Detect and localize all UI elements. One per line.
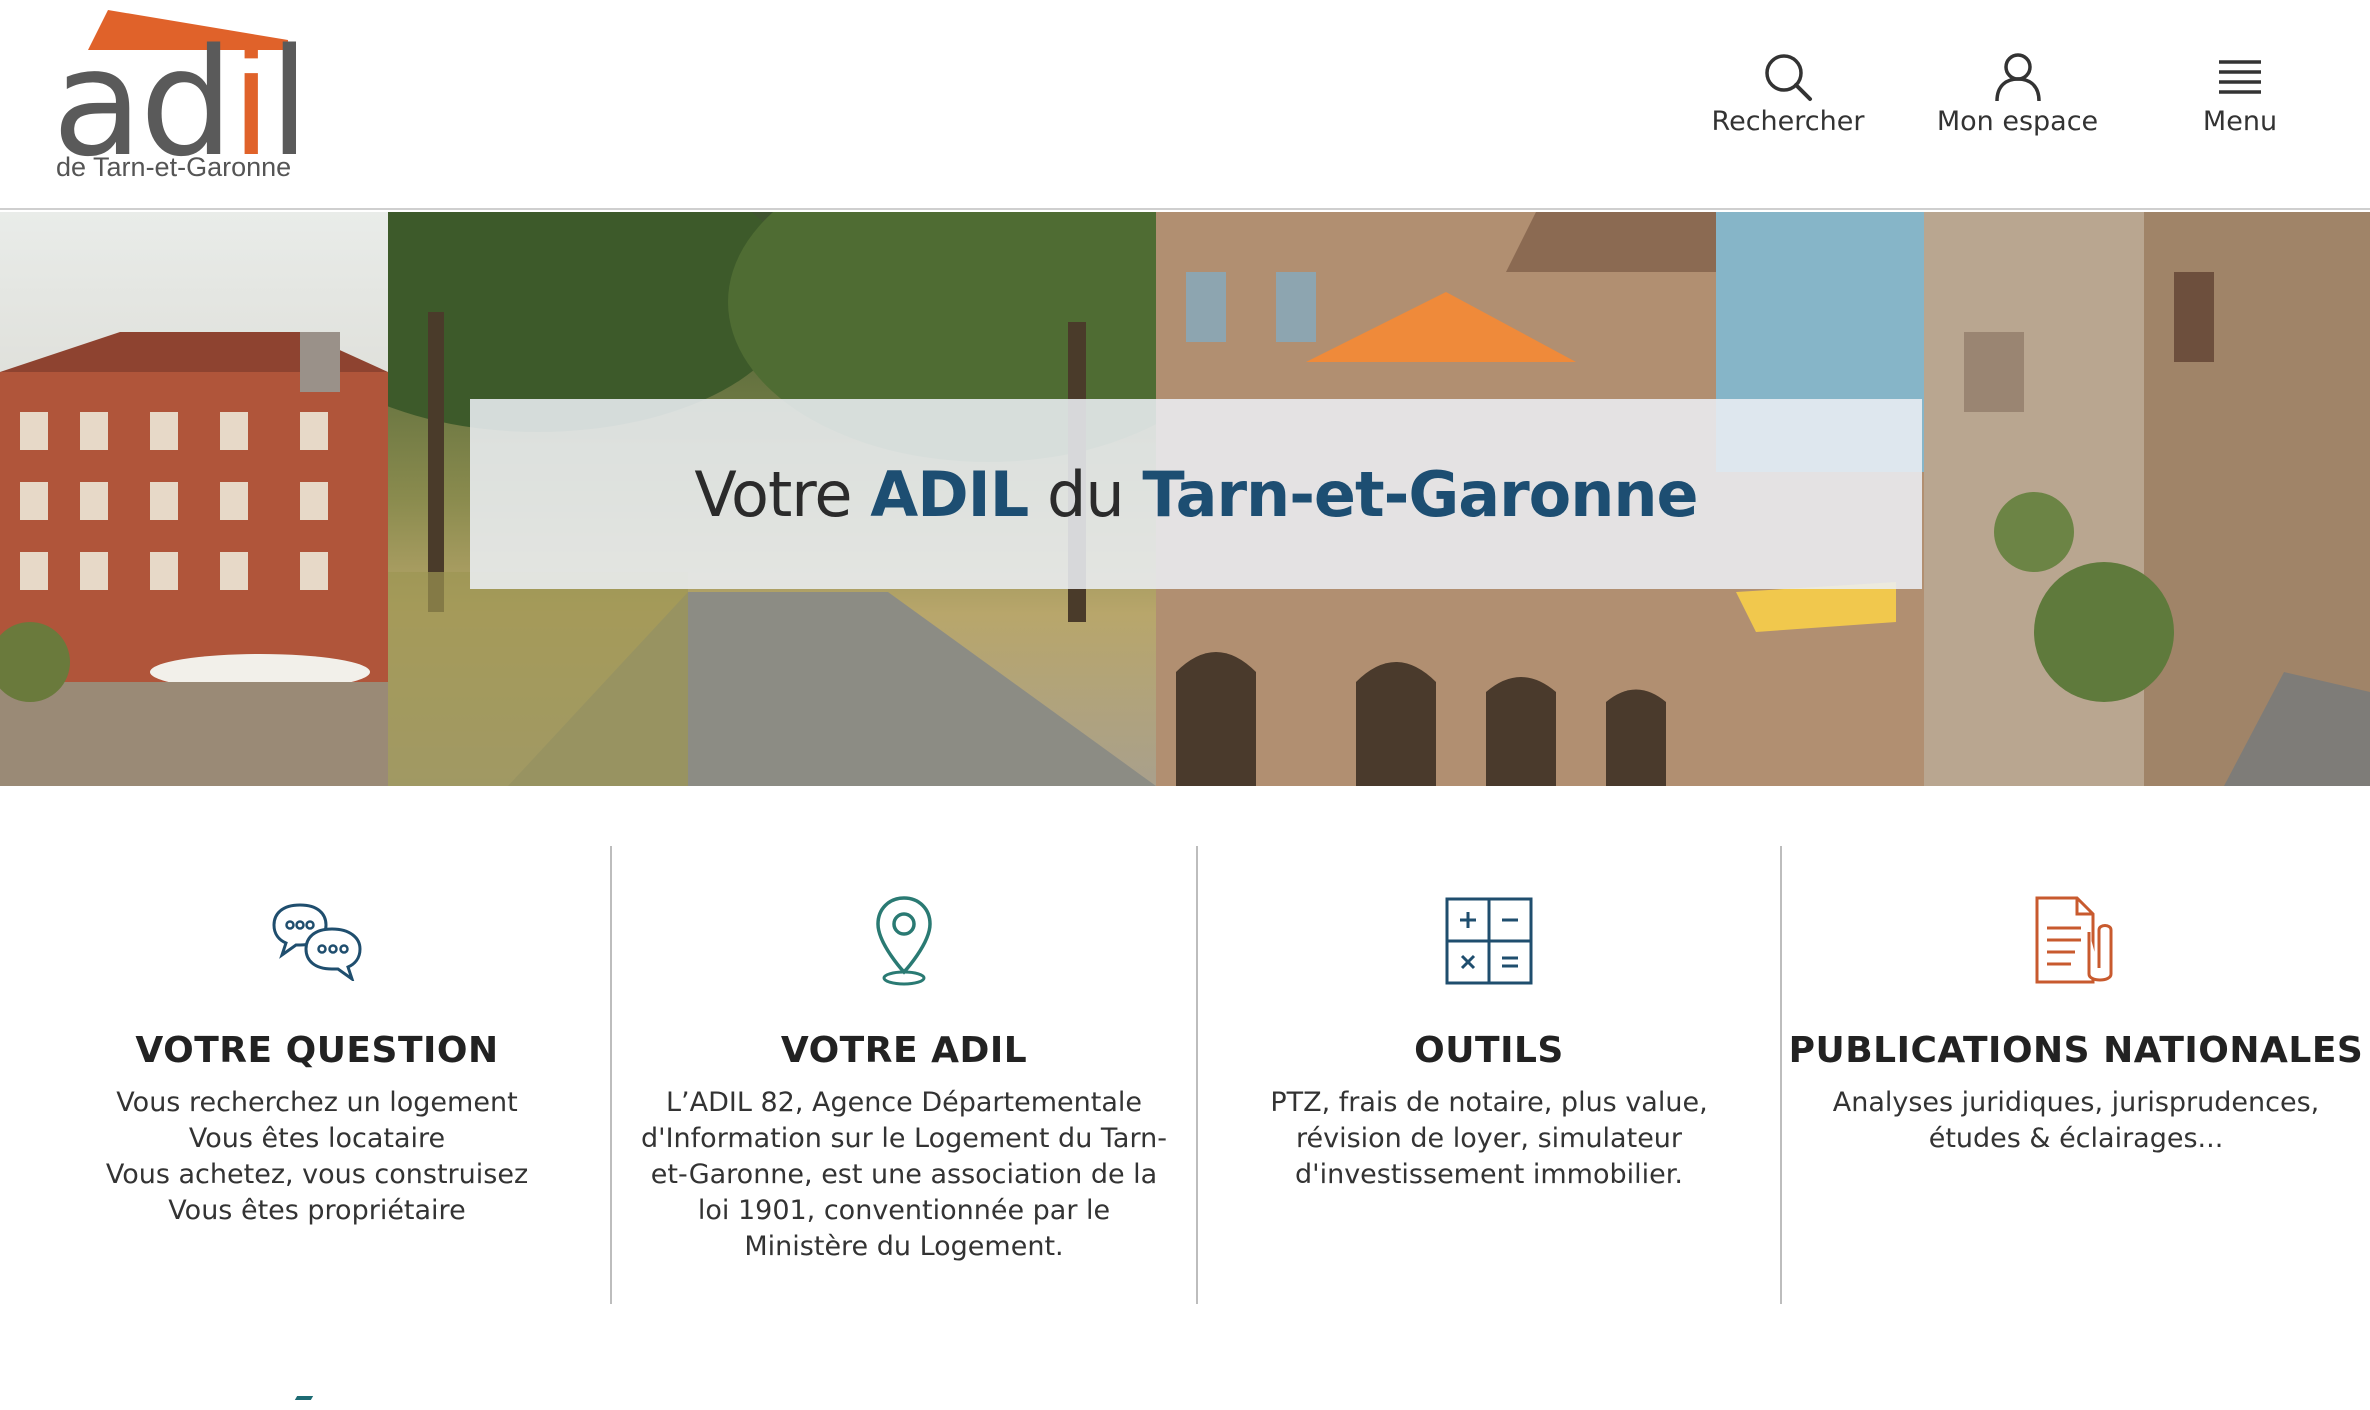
- search-button[interactable]: Rechercher: [1708, 52, 1868, 137]
- search-label: Rechercher: [1711, 106, 1865, 137]
- hero-title-box: Votre ADIL du Tarn-et-Garonne: [470, 399, 1922, 589]
- account-label: Mon espace: [1936, 106, 2099, 137]
- feature-description: Analyses juridiques, jurisprudences, étu…: [1832, 1087, 2320, 1154]
- calculator-icon: [1444, 894, 1534, 988]
- feature-line: Vous êtes propriétaire: [168, 1195, 466, 1226]
- chat-bubbles-icon: [270, 894, 364, 988]
- feature-description: PTZ, frais de notaire, plus value, révis…: [1270, 1087, 1708, 1190]
- account-button[interactable]: Mon espace: [1925, 52, 2110, 137]
- document-attachment-icon: [2031, 894, 2121, 988]
- feature-title: PUBLICATIONS NATIONALES: [1788, 1030, 2364, 1071]
- feature-columns: VOTRE QUESTION Vous recherchez un logeme…: [0, 846, 2370, 1304]
- user-icon: [1994, 53, 2041, 102]
- hamburger-icon: [2219, 60, 2261, 94]
- hero-photo-old-street: [1924, 212, 2370, 786]
- feature-title: OUTILS: [1414, 1030, 1564, 1071]
- feature-outils[interactable]: OUTILS PTZ, frais de notaire, plus value…: [1197, 846, 1781, 1304]
- menu-label: Menu: [2202, 106, 2278, 137]
- location-pin-icon: [874, 894, 934, 988]
- search-icon: [1765, 54, 1812, 101]
- feature-votre-adil[interactable]: VOTRE ADIL L’ADIL 82, Agence Département…: [612, 846, 1196, 1304]
- site-logo[interactable]: adil de Tarn-et-Garonne: [52, 10, 310, 185]
- feature-description: L’ADIL 82, Agence Départementale d'Infor…: [641, 1087, 1167, 1262]
- feature-title: VOTRE QUESTION: [135, 1030, 499, 1071]
- feature-description: Vous recherchez un logement Vous êtes lo…: [106, 1085, 528, 1229]
- accent-mark: [294, 1396, 314, 1400]
- hero-title: Votre ADIL du Tarn-et-Garonne: [694, 457, 1698, 531]
- feature-line: Vous êtes locataire: [188, 1123, 446, 1154]
- feature-votre-question[interactable]: VOTRE QUESTION Vous recherchez un logeme…: [0, 846, 634, 1304]
- feature-publications-nationales[interactable]: PUBLICATIONS NATIONALES Analyses juridiq…: [1782, 846, 2370, 1304]
- feature-line: Vous achetez, vous construisez: [105, 1159, 529, 1190]
- hero-photo-brick-building: [0, 212, 388, 786]
- menu-button[interactable]: Menu: [2180, 52, 2300, 137]
- site-header: adil de Tarn-et-Garonne Rechercher Mon e…: [0, 0, 2370, 210]
- logo-subtitle: de Tarn-et-Garonne: [56, 152, 292, 182]
- feature-title: VOTRE ADIL: [780, 1030, 1028, 1071]
- hero-banner: Votre ADIL du Tarn-et-Garonne: [0, 212, 2370, 786]
- feature-line: Vous recherchez un logement: [116, 1087, 518, 1118]
